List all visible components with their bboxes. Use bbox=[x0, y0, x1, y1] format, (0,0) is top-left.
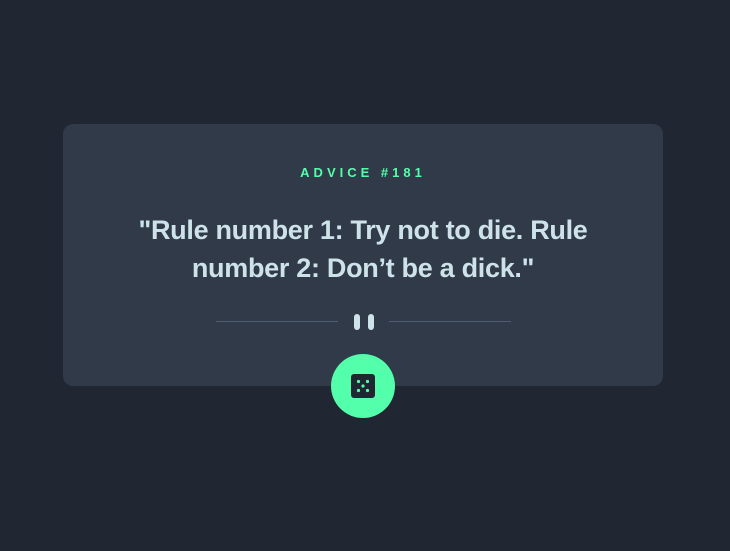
pause-bar-left bbox=[354, 314, 360, 330]
advice-number: ADVICE #181 bbox=[300, 165, 426, 180]
divider-line-left bbox=[216, 321, 338, 322]
advice-card: ADVICE #181 "Rule number 1: Try not to d… bbox=[63, 124, 663, 386]
advice-quote: "Rule number 1: Try not to die. Rule num… bbox=[138, 215, 588, 283]
divider bbox=[216, 314, 511, 330]
divider-line-right bbox=[389, 321, 511, 322]
new-advice-button[interactable] bbox=[331, 354, 395, 418]
pause-bar-right bbox=[368, 314, 374, 330]
dice-icon bbox=[351, 374, 375, 398]
pause-icon bbox=[354, 314, 374, 330]
